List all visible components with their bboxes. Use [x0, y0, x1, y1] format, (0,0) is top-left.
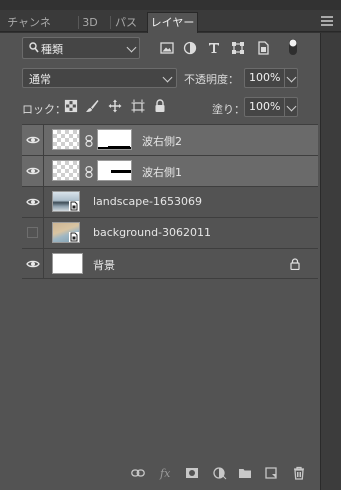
opacity-field[interactable]: 100% — [244, 68, 298, 88]
layer-name[interactable]: 波右側2 — [142, 133, 182, 149]
filter-toggle-icon[interactable] — [287, 38, 299, 56]
layer-row[interactable]: background-3062011 — [22, 217, 318, 248]
blend-mode-value: 通常 — [29, 73, 51, 86]
layer-visibility-toggle[interactable] — [22, 187, 44, 217]
mask-shape — [98, 147, 131, 149]
smart-object-badge-icon — [69, 201, 79, 211]
eye-icon[interactable] — [26, 135, 40, 145]
layer-mask-thumbnail[interactable] — [97, 160, 132, 181]
layer-row[interactable]: landscape-1653069 — [22, 186, 318, 217]
pixel-filter-icon[interactable] — [160, 41, 174, 55]
panel-menu-icon[interactable] — [321, 16, 333, 26]
tab-divider — [110, 16, 111, 29]
layer-visibility-toggle[interactable] — [22, 218, 44, 248]
link-layers-icon[interactable] — [131, 466, 145, 480]
eye-icon[interactable] — [26, 166, 40, 176]
tab-layers[interactable]: レイヤー — [147, 12, 198, 33]
fill-value[interactable]: 100% — [249, 100, 280, 113]
opacity-label: 不透明度： — [184, 73, 239, 86]
blend-mode-select[interactable]: 通常 — [22, 68, 177, 88]
layer-name[interactable]: landscape-1653069 — [93, 195, 202, 208]
shape-filter-icon[interactable] — [231, 41, 245, 55]
layer-name[interactable]: background-3062011 — [93, 226, 211, 239]
layer-name[interactable]: 波右側1 — [142, 164, 182, 180]
layer-row[interactable]: 背景 — [22, 248, 318, 279]
panel-tab-bar: チャンネル 3D パス レイヤー — [0, 10, 341, 48]
tab-divider — [78, 16, 79, 29]
eye-icon[interactable] — [26, 197, 40, 207]
adjustment-layer-icon[interactable] — [213, 466, 227, 480]
add-mask-icon[interactable] — [185, 466, 199, 480]
delete-layer-icon[interactable] — [292, 466, 306, 480]
layer-kind-label: 種類 — [41, 43, 63, 56]
layer-thumbnail — [52, 191, 80, 212]
hidden-visibility-box[interactable] — [27, 227, 38, 238]
layer-thumbnail — [52, 253, 83, 274]
lock-icon[interactable] — [290, 258, 300, 270]
lock-position-icon[interactable] — [108, 99, 122, 113]
mask-link-icon[interactable] — [85, 166, 93, 178]
lock-artboard-icon[interactable] — [131, 99, 145, 113]
layer-thumbnail — [52, 160, 80, 181]
lock-all-icon[interactable] — [153, 99, 167, 113]
layer-thumbnail — [52, 129, 80, 150]
tab-channels[interactable]: チャンネル — [4, 13, 54, 48]
lock-label: ロック： — [22, 103, 66, 116]
layer-thumbnail — [52, 222, 80, 243]
tab-3d[interactable]: 3D — [80, 13, 100, 32]
smart-object-filter-icon[interactable] — [256, 41, 270, 55]
svg-text:fx: fx — [159, 467, 171, 480]
layer-visibility-toggle[interactable] — [22, 249, 44, 279]
eye-icon[interactable] — [26, 259, 40, 269]
type-filter-icon[interactable] — [207, 41, 221, 55]
panel-scrollbar[interactable] — [320, 33, 341, 490]
search-icon — [29, 42, 39, 53]
mask-shape — [108, 146, 130, 147]
adjustment-filter-icon[interactable] — [183, 41, 197, 55]
opacity-value[interactable]: 100% — [249, 71, 280, 84]
layer-visibility-toggle[interactable] — [22, 125, 44, 155]
chevron-down-icon — [286, 72, 297, 83]
lock-transparent-pixels-icon[interactable] — [64, 99, 78, 113]
mask-link-icon[interactable] — [85, 135, 93, 147]
layer-name[interactable]: 背景 — [93, 257, 115, 273]
chevron-down-icon — [286, 101, 297, 112]
opacity-slider-toggle[interactable] — [284, 69, 297, 87]
layers-panel-footer: fx — [0, 458, 320, 490]
layer-mask-thumbnail[interactable] — [97, 129, 132, 150]
layer-row[interactable]: 波右側1 — [22, 155, 318, 186]
lock-image-pixels-icon[interactable] — [85, 99, 99, 113]
mask-shape — [111, 170, 131, 173]
tab-paths[interactable]: パス — [113, 13, 139, 32]
fx-icon[interactable]: fx — [159, 466, 173, 480]
new-group-icon[interactable] — [238, 466, 252, 480]
fill-label: 塗り： — [212, 103, 245, 116]
new-layer-icon[interactable] — [264, 466, 278, 480]
fill-slider-toggle[interactable] — [284, 98, 297, 116]
smart-object-badge-icon — [69, 232, 79, 242]
chevron-down-icon — [126, 42, 137, 53]
layer-row[interactable]: 波右側2 — [22, 124, 318, 155]
fill-field[interactable]: 100% — [244, 97, 298, 117]
chevron-down-icon — [162, 72, 173, 83]
layer-kind-filter-select[interactable]: 種類 — [22, 37, 140, 59]
layer-visibility-toggle[interactable] — [22, 156, 44, 186]
